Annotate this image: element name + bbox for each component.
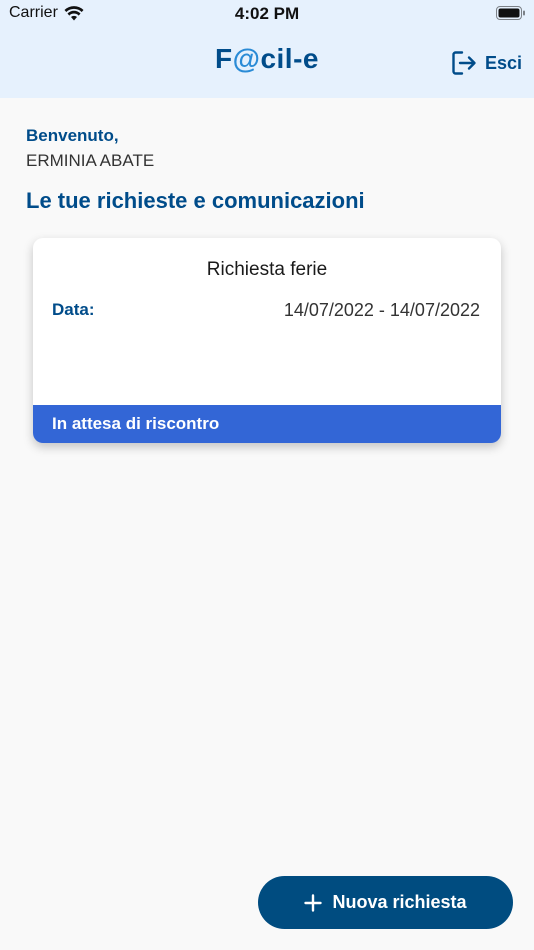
app-title-accent: @ bbox=[232, 43, 261, 74]
request-date-value: 14/07/2022 - 14/07/2022 bbox=[283, 300, 480, 320]
request-status-bar: In attesa di riscontro bbox=[33, 405, 501, 443]
new-request-button[interactable]: Nuova richiesta bbox=[258, 876, 513, 929]
new-request-label: Nuova richiesta bbox=[332, 892, 467, 912]
app-title-part1: F bbox=[215, 43, 233, 74]
request-card[interactable]: Richiesta ferie Data: 14/07/2022 - 14/07… bbox=[33, 238, 501, 443]
user-name: ERMINIA ABATE bbox=[26, 151, 155, 170]
app-title-part2: cil-e bbox=[260, 43, 319, 74]
battery-icon bbox=[496, 6, 525, 20]
plus-icon bbox=[304, 893, 323, 912]
status-time: 4:02 PM bbox=[234, 4, 300, 23]
logout-icon bbox=[452, 51, 476, 75]
request-title: Richiesta ferie bbox=[206, 259, 328, 280]
status-bar: Carrier 4:02 PM bbox=[0, 0, 534, 28]
welcome-greeting: Benvenuto, bbox=[26, 126, 119, 145]
request-status-label: In attesa di riscontro bbox=[52, 414, 220, 433]
logout-button[interactable]: Esci bbox=[451, 49, 522, 77]
request-date-label: Data: bbox=[52, 300, 95, 319]
app-header: Carrier 4:02 PM F@cil-e Esci bbox=[0, 0, 534, 98]
section-title: Le tue richieste e comunicazioni bbox=[26, 188, 365, 213]
logout-label: Esci bbox=[484, 52, 522, 73]
